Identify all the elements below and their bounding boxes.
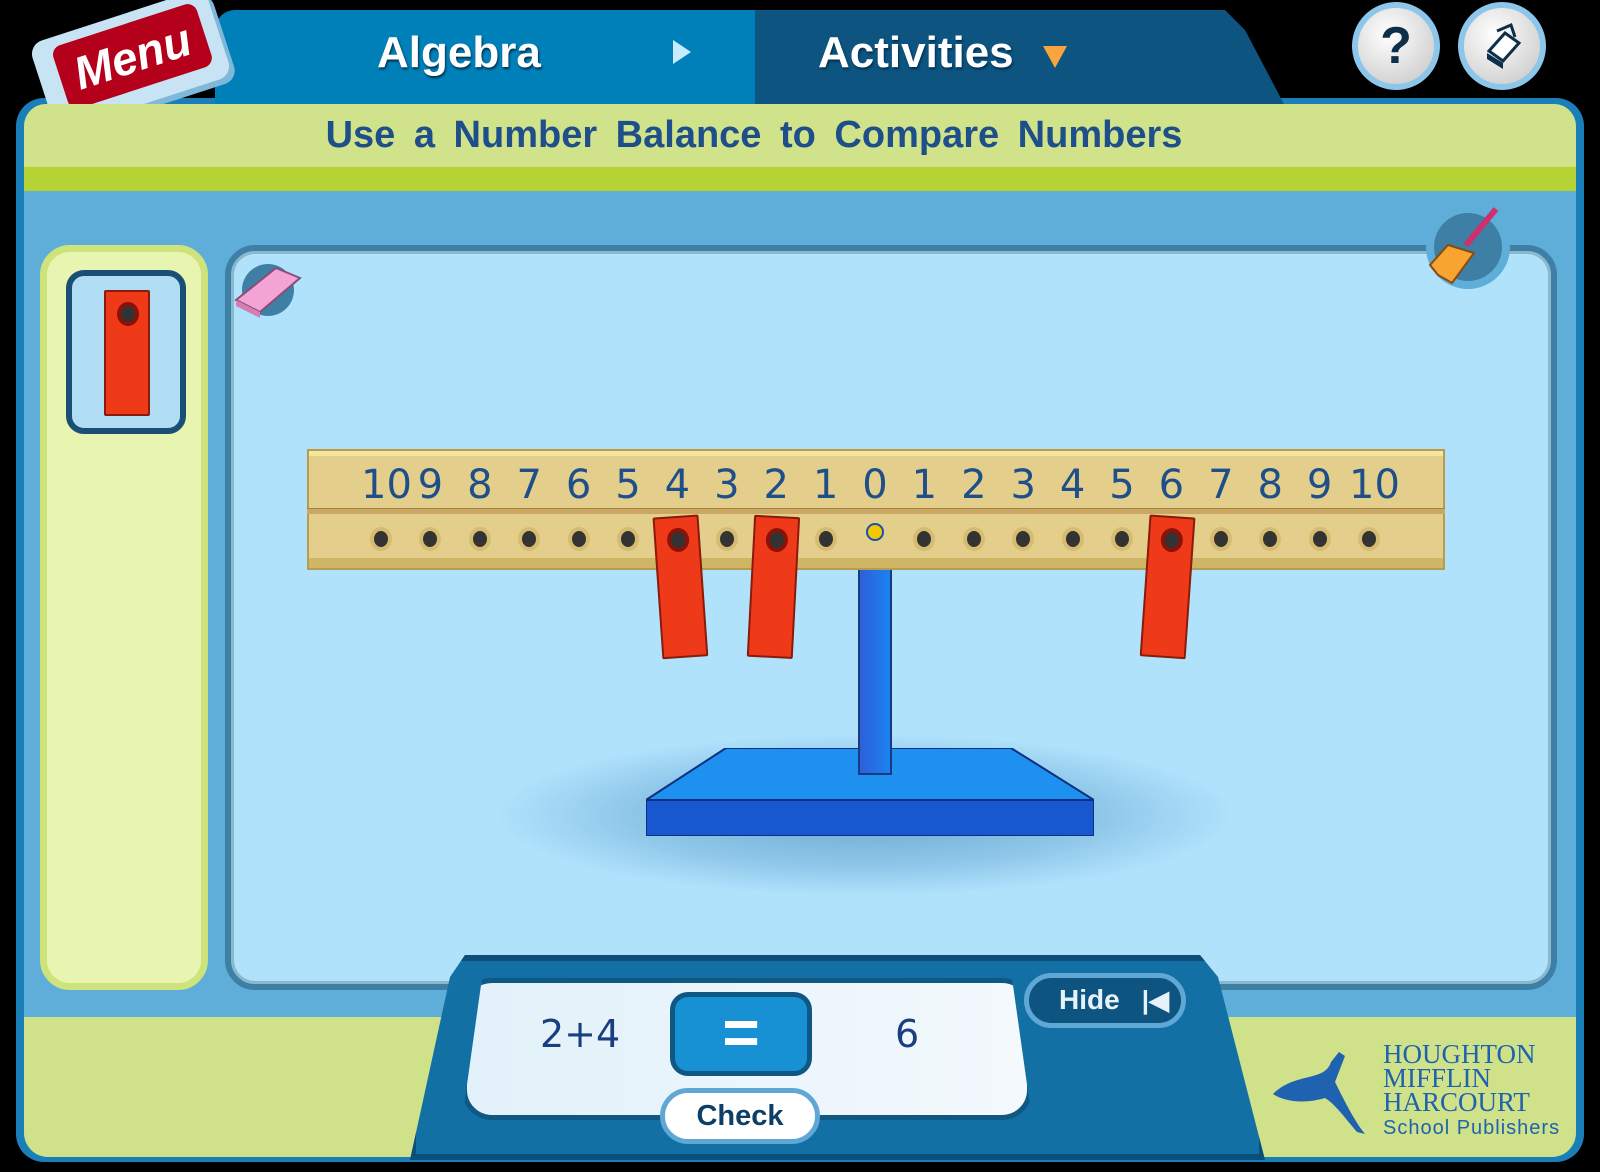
menu-label: Menu: [50, 1, 215, 111]
beam-number: 2: [961, 462, 987, 508]
beam-number: 0: [862, 462, 888, 508]
print-icon: [1486, 22, 1522, 69]
chevron-down-icon: [1043, 46, 1067, 68]
chevron-right-icon: [673, 40, 691, 64]
beam-number: 6: [565, 462, 592, 508]
peg-hole[interactable]: [617, 527, 639, 551]
logo-horse-icon: [1273, 1052, 1365, 1134]
activities-label: Activities: [818, 28, 1014, 77]
peg-hole[interactable]: [715, 527, 738, 551]
beam-number: 9: [417, 462, 444, 508]
peg-hole[interactable]: [1111, 527, 1133, 551]
weight-hole: [117, 302, 139, 326]
hide-button[interactable]: Hide |◀: [1024, 973, 1186, 1028]
beam-number: 3: [714, 462, 740, 508]
beam-number: 10: [1349, 462, 1400, 508]
pivot-pin: [866, 523, 884, 541]
title-bar: Use a Number Balance to Compare Numbers: [24, 104, 1576, 167]
peg-hole[interactable]: [468, 527, 491, 551]
breadcrumb-label: Algebra: [377, 28, 541, 77]
eraser-icon: [234, 264, 302, 318]
logo-subtitle: School Publishers: [1383, 1117, 1561, 1139]
beam-number: 9: [1306, 462, 1333, 508]
weight-hole: [765, 527, 789, 553]
collapse-icon: |◀: [1141, 985, 1169, 1015]
hide-label: Hide: [1059, 984, 1120, 1015]
help-button[interactable]: ?: [1352, 2, 1440, 90]
beam-number: 5: [1109, 462, 1135, 508]
weight-draggable[interactable]: [104, 290, 150, 416]
peg-hole[interactable]: [567, 527, 590, 551]
peg-hole[interactable]: [1209, 527, 1232, 551]
beam-number: 10: [361, 462, 412, 508]
beam-number: 6: [1158, 462, 1185, 508]
page-title: Use a Number Balance to Compare Numbers: [325, 114, 1183, 156]
relation-button[interactable]: =: [670, 992, 812, 1076]
check-button[interactable]: Check: [660, 1088, 820, 1144]
weight-source[interactable]: [66, 270, 186, 434]
peg-hole[interactable]: [1358, 527, 1380, 551]
peg-hole[interactable]: [1308, 527, 1331, 551]
publisher-logo: HOUGHTON MIFFLIN HARCOURT School Publish…: [1265, 1041, 1575, 1142]
beam-divider: [307, 508, 1445, 514]
beam-number: 8: [467, 462, 493, 508]
breadcrumb-algebra[interactable]: Algebra: [215, 10, 775, 106]
beam-number: 3: [1010, 462, 1036, 508]
beam-number: 1: [911, 462, 938, 508]
logo-line: HARCOURT: [1383, 1087, 1530, 1117]
clear-button[interactable]: [1418, 205, 1518, 305]
broom-icon: [1426, 205, 1510, 289]
left-expression: 2+4: [540, 1012, 621, 1056]
beam-number: 5: [615, 462, 641, 508]
beam-number: 4: [1059, 462, 1086, 508]
eraser-button[interactable]: [232, 252, 312, 327]
beam-number: 8: [1257, 462, 1283, 508]
title-underline: [24, 167, 1576, 191]
print-button[interactable]: [1458, 2, 1546, 90]
help-icon: ?: [1380, 17, 1412, 75]
peg-hole[interactable]: [814, 527, 837, 551]
beam-number: 4: [664, 462, 691, 508]
peg-hole[interactable]: [1061, 527, 1084, 551]
right-expression: 6: [895, 1012, 920, 1056]
peg-hole[interactable]: [962, 527, 985, 551]
weight-hole: [1160, 527, 1185, 553]
activities-dropdown[interactable]: Activities: [755, 10, 1285, 106]
beam-number: 1: [812, 462, 839, 508]
peg-hole[interactable]: [370, 527, 392, 551]
beam-number: 7: [1208, 462, 1234, 508]
weight-hole: [666, 527, 691, 553]
beam-number: 2: [763, 462, 789, 508]
hung-weight[interactable]: [746, 514, 801, 660]
beam-number: 7: [516, 462, 542, 508]
